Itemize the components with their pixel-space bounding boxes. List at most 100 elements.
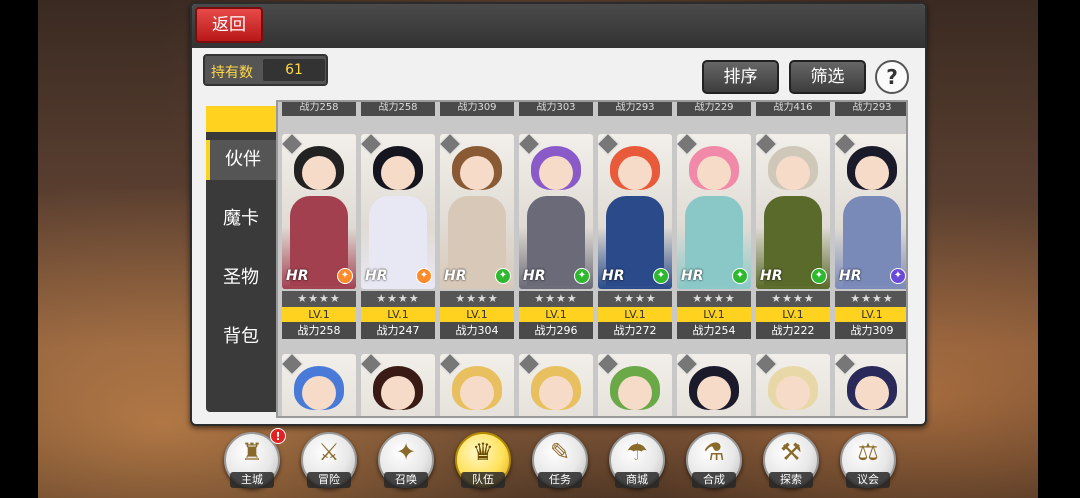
character-portrait	[361, 134, 435, 289]
card-power: 战力254	[677, 322, 751, 339]
card-power: 战力309	[835, 322, 906, 339]
help-button[interactable]: ?	[875, 60, 909, 94]
card-level: LV.1	[598, 307, 672, 322]
owned-count-value: 61	[263, 59, 325, 81]
portrait-face	[381, 376, 415, 410]
character-portrait	[835, 354, 906, 416]
character-portrait	[598, 354, 672, 416]
portrait-outfit	[685, 416, 743, 418]
card-power-peek: 战力293	[835, 102, 906, 116]
team-helmet-icon: ♛	[472, 438, 494, 466]
portrait-face	[618, 376, 652, 410]
portrait-face	[539, 156, 573, 190]
card-power-peek: 战力258	[361, 102, 435, 116]
tab-relics[interactable]: 圣物	[206, 258, 276, 298]
nav-crafting[interactable]: ⚗ 合成	[684, 430, 744, 494]
character-portrait	[282, 354, 356, 418]
tab-magic-cards[interactable]: 魔卡	[206, 199, 276, 239]
portrait-outfit	[290, 416, 348, 418]
card-power-peek: 战力416	[756, 102, 830, 116]
card-level: LV.1	[677, 307, 751, 322]
nav-team-helmet[interactable]: ♛ 队伍	[453, 430, 513, 494]
character-portrait	[598, 134, 672, 289]
card-power-peek: 战力303	[519, 102, 593, 116]
nav-explore[interactable]: ⚒ 探索	[761, 430, 821, 494]
card-power-peek: 战力309	[440, 102, 514, 116]
star-rating: ★★★★	[598, 291, 672, 307]
character-portrait	[519, 354, 593, 418]
category-tabs: 伙伴 魔卡 圣物 背包	[206, 106, 276, 412]
rarity-mark: HR	[444, 268, 467, 284]
magic-icon: ✦	[890, 268, 906, 284]
nav-quest-scroll[interactable]: ✎ 任务	[530, 430, 590, 494]
card-level: LV.1	[361, 307, 435, 322]
owned-count-box: 持有数 61	[203, 54, 328, 86]
sword-icon: ✦	[732, 268, 748, 284]
character-portrait	[440, 134, 514, 289]
sword-icon: ✦	[811, 268, 827, 284]
nav-label: 队伍	[461, 472, 505, 488]
rarity-mark: HR	[681, 268, 704, 284]
character-portrait	[677, 134, 751, 289]
owned-count-label: 持有数	[211, 65, 253, 81]
card-power: 战力222	[756, 322, 830, 339]
star-rating: ★★★★	[519, 291, 593, 307]
card-level: LV.1	[440, 307, 514, 322]
leaf-icon: ✦	[574, 268, 590, 284]
rarity-mark: HR	[760, 268, 783, 284]
character-grid[interactable]: 战力258 战力258 战力309 战力303 战力293 战力229 战力416 战力293…	[276, 100, 908, 418]
star-rating: ★★★★	[282, 291, 356, 307]
back-button[interactable]: 返回	[195, 7, 263, 43]
nav-label: 商城	[615, 472, 659, 488]
nav-council[interactable]: ⚖ 议会	[838, 430, 898, 494]
card-power: 战力304	[440, 322, 514, 339]
tab-indicator-top	[206, 106, 276, 132]
star-rating: ★★★★	[835, 291, 906, 307]
sword-icon: ✦	[337, 268, 353, 284]
star-rating: ★★★★	[677, 291, 751, 307]
portrait-face	[618, 156, 652, 190]
character-portrait	[519, 134, 593, 289]
character-portrait	[835, 134, 906, 289]
tab-partners[interactable]: 伙伴	[206, 140, 276, 180]
filter-button[interactable]: 筛选	[789, 60, 866, 94]
portrait-outfit	[448, 416, 506, 418]
nav-label: 议会	[846, 472, 890, 488]
portrait-outfit	[764, 416, 822, 418]
card-level: LV.1	[835, 307, 906, 322]
tab-bag[interactable]: 背包	[206, 317, 276, 357]
nav-summon-card[interactable]: ✦ 召唤	[376, 430, 436, 494]
portrait-face	[460, 156, 494, 190]
card-level: LV.1	[519, 307, 593, 322]
right-letterbox	[1038, 0, 1080, 498]
shop-tent-icon: ☂	[626, 438, 648, 466]
portrait-face	[697, 376, 731, 410]
star-rating: ★★★★	[756, 291, 830, 307]
character-portrait	[756, 134, 830, 289]
card-power-peek: 战力293	[598, 102, 672, 116]
nav-castle[interactable]: ♜ 主城!	[222, 428, 286, 494]
nav-label: 召唤	[384, 472, 428, 488]
nav-shop-tent[interactable]: ☂ 商城	[607, 430, 667, 494]
sort-button[interactable]: 排序	[702, 60, 779, 94]
card-level: LV.1	[756, 307, 830, 322]
portrait-face	[697, 156, 731, 190]
rarity-mark: HR	[523, 268, 546, 284]
portrait-face	[302, 376, 336, 410]
character-portrait	[361, 354, 435, 418]
character-portrait	[440, 354, 514, 418]
character-portrait	[756, 354, 830, 418]
card-power: 战力247	[361, 322, 435, 339]
rarity-mark: HR	[602, 268, 625, 284]
portrait-face	[776, 156, 810, 190]
crossed-swords-icon: ⚔	[318, 438, 340, 466]
portrait-outfit	[527, 416, 585, 418]
portrait-face	[855, 376, 889, 410]
portrait-face	[776, 376, 810, 410]
character-portrait	[282, 134, 356, 289]
nav-crossed-swords[interactable]: ⚔ 冒险	[299, 430, 359, 494]
portrait-face	[855, 156, 889, 190]
notification-badge: !	[270, 428, 286, 444]
bow-icon: ✦	[653, 268, 669, 284]
portrait-outfit	[369, 416, 427, 418]
